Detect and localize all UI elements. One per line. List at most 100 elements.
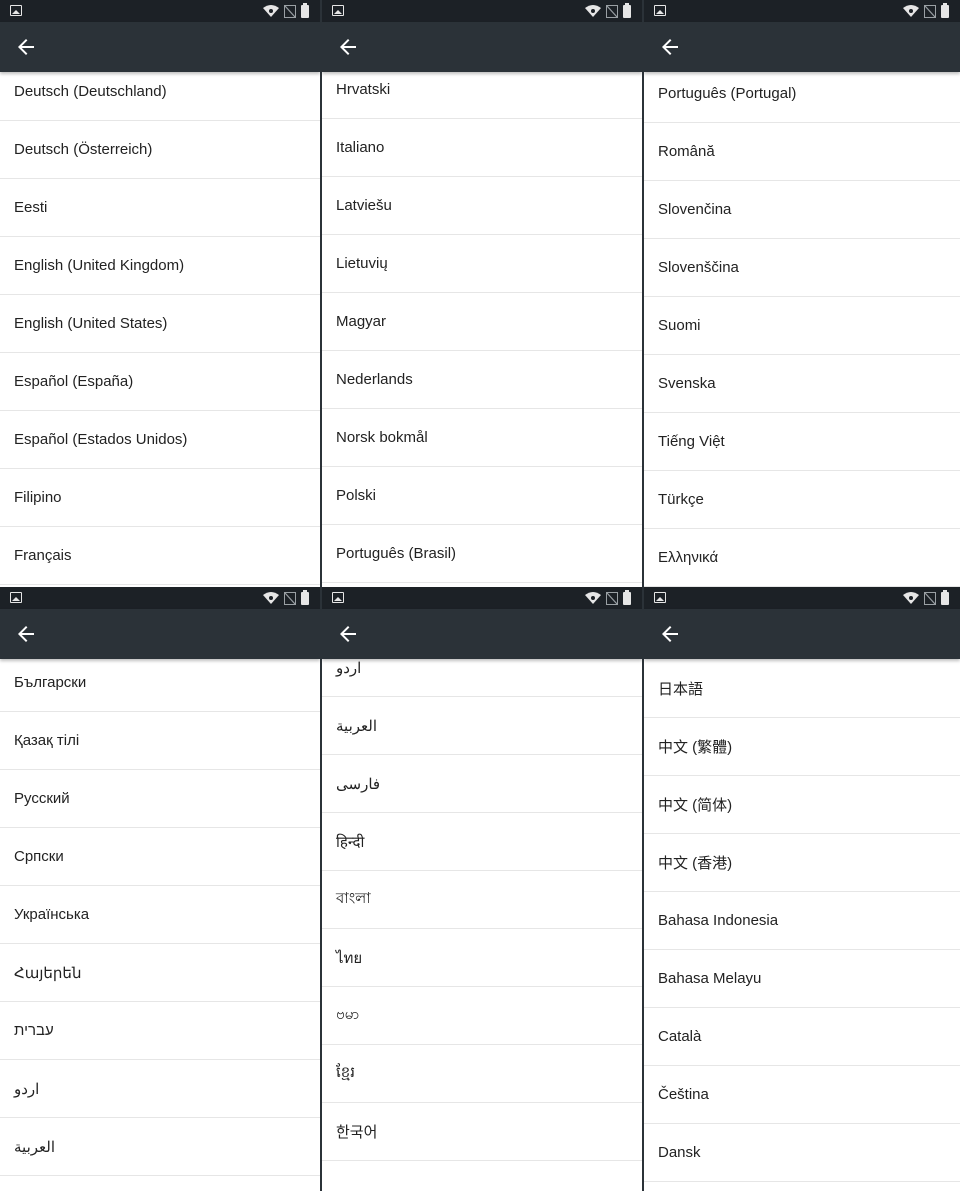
- language-item[interactable]: Français: [0, 527, 320, 585]
- battery-icon: [941, 2, 949, 18]
- language-item[interactable]: Română: [644, 123, 960, 181]
- language-label: Filipino: [14, 489, 62, 506]
- language-item[interactable]: العربية: [322, 697, 642, 755]
- language-item[interactable]: 한국어: [322, 1103, 642, 1161]
- language-item[interactable]: Lietuvių: [322, 235, 642, 293]
- language-item[interactable]: English (United States): [0, 295, 320, 353]
- language-label: Latviešu: [336, 197, 392, 214]
- language-list[interactable]: Português (Portugal) Română Slovenčina Slov…: [644, 72, 960, 587]
- language-list[interactable]: Hrvatski Italiano Latviešu Lietuvių Magyar Ne…: [322, 72, 642, 587]
- status-bar: [644, 0, 960, 22]
- language-item[interactable]: Slovenčina: [644, 181, 960, 239]
- language-label: Қазақ тілі: [14, 732, 80, 749]
- language-label: Magyar: [336, 313, 387, 330]
- phone-screen-3: Português (Portugal) Română Slovenčina Slov…: [644, 0, 960, 587]
- language-item[interactable]: Català: [644, 1008, 960, 1066]
- language-item[interactable]: Magyar: [322, 293, 642, 351]
- language-list[interactable]: 日本語中文 (繁體) 中文 (简体) 中文 (香港) Bahasa Indonesia…: [644, 659, 960, 1191]
- language-item[interactable]: Português (Brasil): [322, 525, 642, 583]
- language-label: English (United Kingdom): [14, 257, 185, 274]
- language-label: 中文 (香港): [658, 855, 733, 872]
- language-item[interactable]: العربية: [0, 1118, 320, 1176]
- language-label: Русский: [14, 790, 70, 807]
- language-item[interactable]: 中文 (香港): [644, 834, 960, 892]
- language-item[interactable]: 日本語: [644, 660, 960, 718]
- language-item[interactable]: Українська: [0, 886, 320, 944]
- language-item[interactable]: Български: [0, 659, 320, 712]
- language-item[interactable]: Suomi: [644, 297, 960, 355]
- back-arrow-icon[interactable]: [14, 622, 38, 646]
- language-item[interactable]: Հայերեն: [0, 944, 320, 1002]
- language-label: Nederlands: [336, 371, 413, 388]
- language-item[interactable]: Español (Estados Unidos): [0, 411, 320, 469]
- language-item[interactable]: বাংলা: [322, 871, 642, 929]
- language-item[interactable]: Қазақ тілі: [0, 712, 320, 770]
- language-label: Հայերեն: [14, 964, 82, 982]
- language-list[interactable]: اردو العربية فارسی हिन्दी বাংলা ไทย ဗမာ ខ្មែរ 한국…: [322, 659, 642, 1191]
- language-item[interactable]: Čeština: [644, 1066, 960, 1124]
- language-item[interactable]: हिन्दी: [322, 813, 642, 871]
- language-label: 日本語: [658, 681, 704, 698]
- language-item[interactable]: 中文 (繁體): [644, 718, 960, 776]
- language-item[interactable]: اردو: [0, 1060, 320, 1118]
- app-bar: [0, 22, 320, 72]
- image-notification-icon: [332, 5, 344, 16]
- language-label: Português (Portugal): [658, 85, 797, 102]
- language-item[interactable]: ไทย: [322, 929, 642, 987]
- language-item[interactable]: Русский: [0, 770, 320, 828]
- language-item[interactable]: Nederlands: [322, 351, 642, 409]
- language-item[interactable]: Deutsch (Österreich): [0, 121, 320, 179]
- language-item[interactable]: Slovenščina: [644, 239, 960, 297]
- phone-screen-4: Български Қазақ тілі Русский Српски Українсь…: [0, 587, 320, 1191]
- language-label: Español (España): [14, 373, 134, 390]
- language-item[interactable]: ဗမာ: [322, 987, 642, 1045]
- language-label: Català: [658, 1028, 702, 1045]
- language-item[interactable]: Dansk: [644, 1124, 960, 1182]
- language-item[interactable]: Hrvatski: [322, 72, 642, 119]
- language-label: Dansk: [658, 1144, 701, 1161]
- language-item[interactable]: Српски: [0, 828, 320, 886]
- language-item[interactable]: English (United Kingdom): [0, 237, 320, 295]
- language-item[interactable]: Italiano: [322, 119, 642, 177]
- language-list[interactable]: Български Қазақ тілі Русский Српски Українсь…: [0, 659, 320, 1191]
- language-item[interactable]: Español (España): [0, 353, 320, 411]
- language-item[interactable]: Ελληνικά: [644, 529, 960, 587]
- app-bar: [0, 609, 320, 659]
- language-item[interactable]: Norsk bokmål: [322, 409, 642, 467]
- language-item[interactable]: Eesti: [0, 179, 320, 237]
- image-notification-icon: [10, 592, 22, 603]
- language-item[interactable]: Türkçe: [644, 471, 960, 529]
- back-arrow-icon[interactable]: [658, 622, 682, 646]
- app-bar: [322, 22, 642, 72]
- back-arrow-icon[interactable]: [336, 622, 360, 646]
- language-label: ဗမာ: [336, 1005, 360, 1023]
- language-item[interactable]: Português (Portugal): [644, 72, 960, 123]
- language-item[interactable]: ខ្មែរ: [322, 1045, 642, 1103]
- battery-icon: [623, 589, 631, 605]
- battery-icon: [623, 2, 631, 18]
- language-list[interactable]: Deutsch (Deutschland) Deutsch (Österreich…: [0, 72, 320, 587]
- language-item[interactable]: Bahasa Melayu: [644, 950, 960, 1008]
- language-label: हिन्दी: [336, 833, 365, 851]
- language-item[interactable]: Latviešu: [322, 177, 642, 235]
- no-signal-icon: [606, 4, 618, 18]
- language-item[interactable]: فارسی: [322, 755, 642, 813]
- status-icons: [263, 0, 314, 22]
- back-arrow-icon[interactable]: [658, 35, 682, 59]
- back-arrow-icon[interactable]: [336, 35, 360, 59]
- language-item[interactable]: 中文 (简体): [644, 776, 960, 834]
- language-label: 한국어: [336, 1124, 378, 1141]
- language-item[interactable]: Tiếng Việt: [644, 413, 960, 471]
- language-item[interactable]: Deutsch (Deutschland): [0, 72, 320, 121]
- back-arrow-icon[interactable]: [14, 35, 38, 59]
- language-label: Deutsch (Deutschland): [14, 83, 167, 100]
- language-label: Deutsch (Österreich): [14, 141, 153, 158]
- language-item[interactable]: Bahasa Indonesia: [644, 892, 960, 950]
- language-item[interactable]: Polski: [322, 467, 642, 525]
- no-signal-icon: [606, 591, 618, 605]
- language-item[interactable]: Svenska: [644, 355, 960, 413]
- language-label: Српски: [14, 848, 64, 865]
- language-item[interactable]: اردو: [322, 659, 642, 697]
- language-item[interactable]: Filipino: [0, 469, 320, 527]
- language-item[interactable]: עברית: [0, 1002, 320, 1060]
